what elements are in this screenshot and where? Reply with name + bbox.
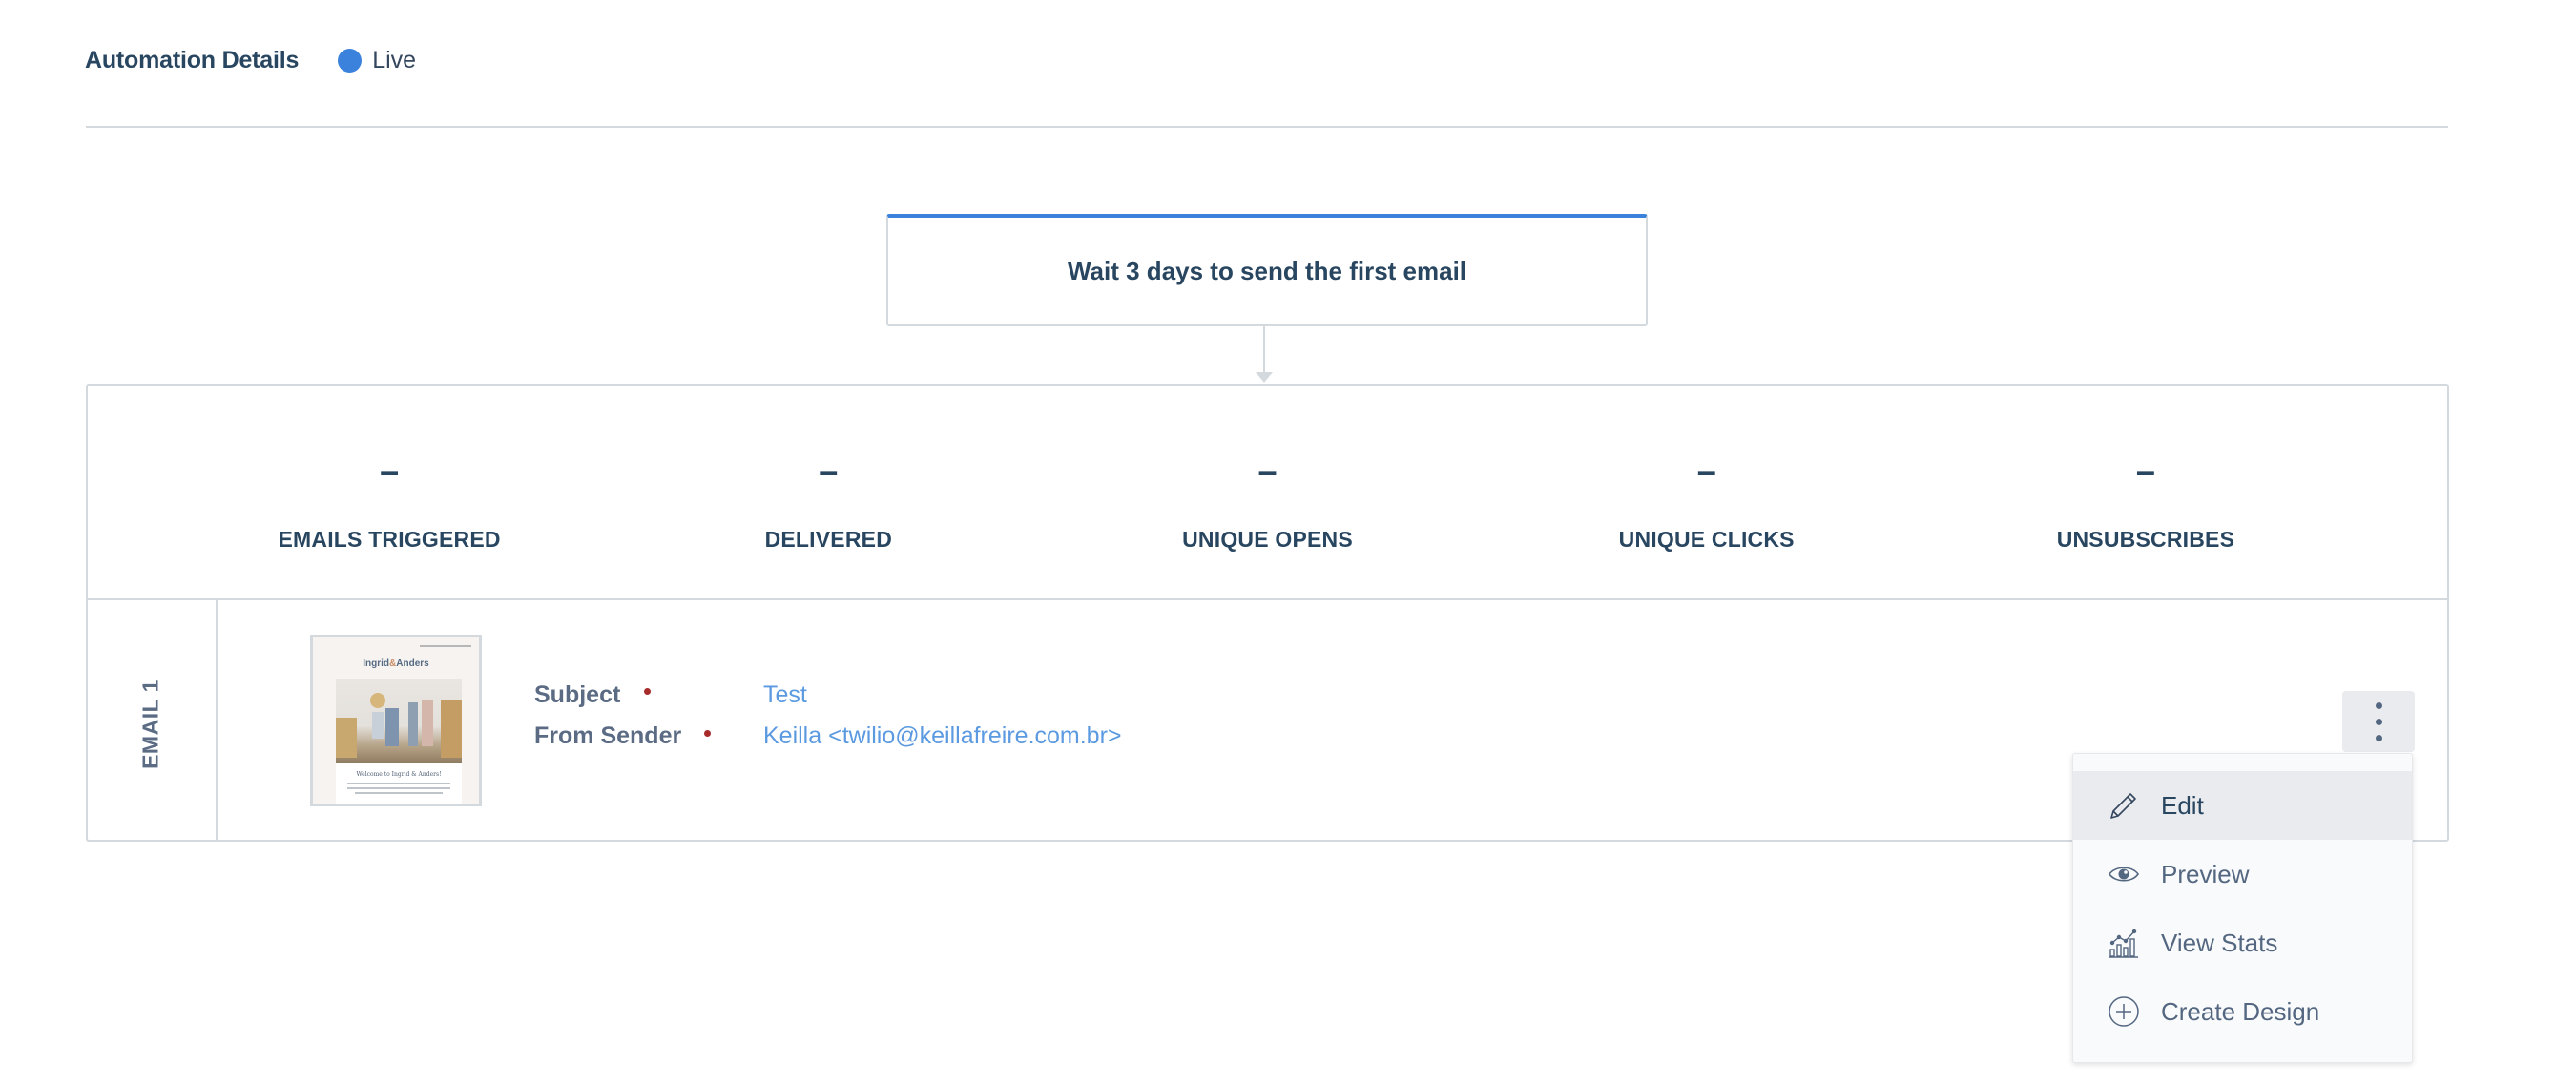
- page-header: Automation Details Live: [85, 44, 416, 76]
- photo-towel: [422, 700, 433, 746]
- arrow-down-icon: [1256, 372, 1273, 383]
- stats-chart-icon: [2108, 927, 2140, 959]
- photo-towel: [408, 702, 418, 746]
- photo-shelf: [441, 700, 462, 758]
- thumbnail-body: Welcome to Ingrid & Anders!: [336, 763, 462, 804]
- stat-value: –: [1696, 451, 1716, 491]
- subject-label: Subject: [534, 681, 621, 708]
- thumbnail-preheader: [420, 645, 471, 647]
- email-index-column: EMAIL 1: [88, 600, 218, 840]
- stat-emails-triggered: – EMAILS TRIGGERED: [170, 386, 609, 598]
- wait-step-card[interactable]: Wait 3 days to send the first email: [886, 214, 1648, 326]
- menu-item-edit[interactable]: Edit: [2073, 771, 2412, 840]
- stat-label: UNSUBSCRIBES: [2056, 527, 2235, 552]
- menu-item-label: Preview: [2161, 859, 2250, 888]
- stat-value: –: [2135, 451, 2155, 491]
- status-badge: Live: [338, 47, 416, 74]
- stat-unique-clicks: – UNIQUE CLICKS: [1487, 386, 1926, 598]
- menu-item-label: View Stats: [2161, 928, 2278, 957]
- more-vertical-icon-dot: [2375, 734, 2382, 741]
- photo-towel: [372, 712, 384, 739]
- stat-value: –: [1257, 451, 1278, 491]
- status-dot-icon: [338, 48, 363, 73]
- email-thumbnail[interactable]: Ingrid&Anders Welcome to Ingrid & Anders…: [310, 635, 482, 806]
- menu-item-label: Edit: [2161, 790, 2204, 820]
- from-sender-label: From Sender: [534, 722, 682, 749]
- thumbnail-logo-left: Ingrid: [363, 658, 390, 669]
- header-divider: [86, 126, 2448, 128]
- more-actions-button[interactable]: [2342, 691, 2415, 752]
- menu-item-preview[interactable]: Preview: [2073, 840, 2412, 908]
- from-sender-value-link[interactable]: Keilla <twilio@keillafreire.com.br>: [763, 722, 1122, 750]
- stats-bar: – EMAILS TRIGGERED – DELIVERED – UNIQUE …: [88, 386, 2447, 600]
- page-title: Automation Details: [85, 46, 300, 73]
- thumbnail-text-lines: [347, 783, 450, 797]
- stat-label: UNIQUE CLICKS: [1618, 527, 1795, 552]
- more-vertical-icon-dot: [2375, 718, 2382, 725]
- menu-item-label: Create Design: [2161, 996, 2320, 1026]
- more-vertical-icon-dot: [2375, 701, 2382, 709]
- eye-icon: [2108, 858, 2140, 890]
- photo-dress: [385, 708, 399, 746]
- stat-delivered: – DELIVERED: [609, 386, 1048, 598]
- stat-unsubscribes: – UNSUBSCRIBES: [1926, 386, 2365, 598]
- photo-hat: [370, 693, 385, 708]
- thumbnail-heading: Welcome to Ingrid & Anders!: [356, 771, 442, 778]
- pencil-icon: [2108, 789, 2140, 822]
- required-indicator-icon: [704, 730, 711, 737]
- stat-label: UNIQUE OPENS: [1182, 527, 1353, 552]
- wait-step-text: Wait 3 days to send the first email: [1067, 256, 1467, 285]
- required-indicator-icon: [644, 688, 651, 695]
- subject-value-link[interactable]: Test: [763, 681, 807, 709]
- status-label: Live: [372, 46, 417, 73]
- actions-dropdown-menu: Edit Preview View Stats Create Design: [2072, 753, 2413, 1063]
- stat-value: –: [819, 451, 839, 491]
- thumbnail-logo: Ingrid&Anders: [313, 658, 479, 669]
- plus-circle-icon: [2108, 995, 2140, 1028]
- menu-item-view-stats[interactable]: View Stats: [2073, 908, 2412, 977]
- photo-shelf: [336, 718, 357, 758]
- stat-label: EMAILS TRIGGERED: [278, 527, 501, 552]
- menu-item-create-design[interactable]: Create Design: [2073, 977, 2412, 1046]
- stat-label: DELIVERED: [764, 527, 893, 552]
- flow-connector-line: [1263, 326, 1265, 373]
- email-label: EMAIL 1: [137, 679, 163, 769]
- stat-value: –: [380, 451, 400, 491]
- stat-unique-opens: – UNIQUE OPENS: [1048, 386, 1486, 598]
- thumbnail-photo: [336, 679, 462, 763]
- thumbnail-logo-right: Anders: [396, 658, 429, 669]
